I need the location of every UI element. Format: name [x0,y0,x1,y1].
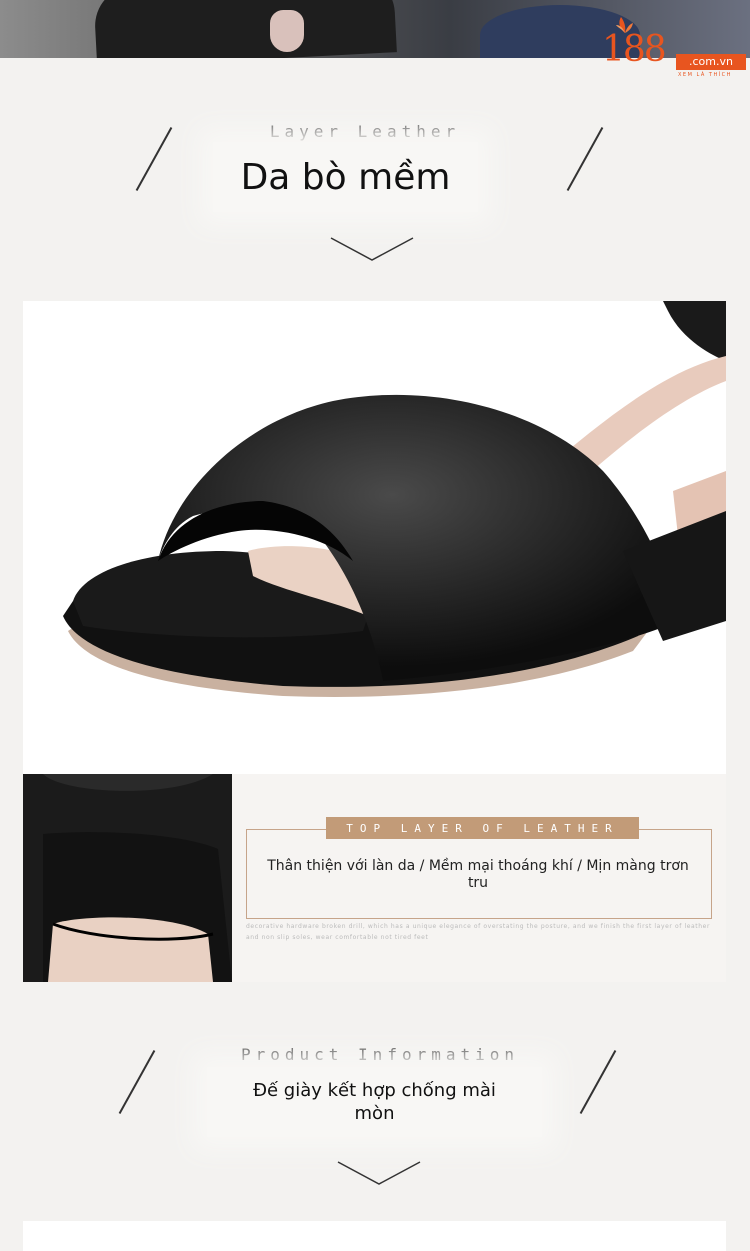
brand-logo[interactable]: 188 .com.vn XEM LÀ THÍCH [602,14,747,80]
section-2-english-title: Product Information [240,1045,520,1064]
chevron-down-icon [330,237,414,261]
section-1-english-title: Layer Leather [269,122,461,141]
leather-fine-print: decorative hardware broken drill, which … [246,923,711,941]
logo-domain: .com.vn [676,54,746,70]
section-2-title: Đế giày kết hợp chống mài mòn [253,1080,496,1124]
logo-number: 188 [602,29,667,70]
section-1-title: Da bò mềm [240,156,451,198]
next-product-card [23,1221,726,1251]
decorative-slash-right [566,127,604,191]
logo-tagline: XEM LÀ THÍCH [678,72,732,78]
chevron-down-icon [337,1161,421,1185]
product-photo-detail [23,774,232,982]
section-2-title-box: Đế giày kết hợp chống mài mòn [207,1067,542,1137]
sandal-illustration [63,301,726,697]
section-1-title-box: Da bò mềm [213,142,478,212]
sandal-closeup [23,774,232,982]
decorative-slash-left [118,1050,156,1114]
decorative-slash-right [579,1050,617,1114]
decorative-slash-left [135,127,173,191]
leather-description: Thân thiện với làn da / Mềm mại thoáng k… [267,858,689,891]
product-photo-main [23,301,726,774]
leather-label: TOP LAYER OF LEATHER [326,817,639,839]
